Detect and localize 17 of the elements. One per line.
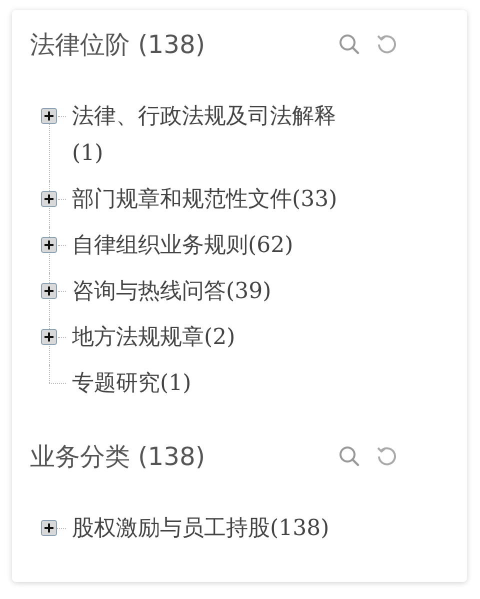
tree-item[interactable]: 地方法规规章(2) [72,319,236,356]
expand-icon[interactable] [41,283,57,299]
expand-icon[interactable] [41,237,57,253]
tree-item[interactable]: 专题研究(1) [72,365,192,402]
search-icon[interactable] [337,32,361,56]
expand-icon[interactable] [41,520,57,536]
tree-item[interactable]: 股权激励与员工持股(138) [72,510,330,547]
expand-icon[interactable] [41,191,57,207]
tree-item[interactable]: 咨询与热线问答(39) [72,273,272,310]
tree-item[interactable]: 部门规章和规范性文件(33) [72,181,338,218]
tree-item[interactable]: 自律组织业务规则(62) [72,227,294,264]
tree-item[interactable]: 法律、行政法规及司法解释(1) [72,98,364,172]
expand-icon[interactable] [41,329,57,345]
section-title: 法律位阶 (138) [30,28,206,60]
section-title: 业务分类 (138) [30,440,206,472]
expand-icon[interactable] [41,108,57,124]
search-icon[interactable] [337,444,361,468]
